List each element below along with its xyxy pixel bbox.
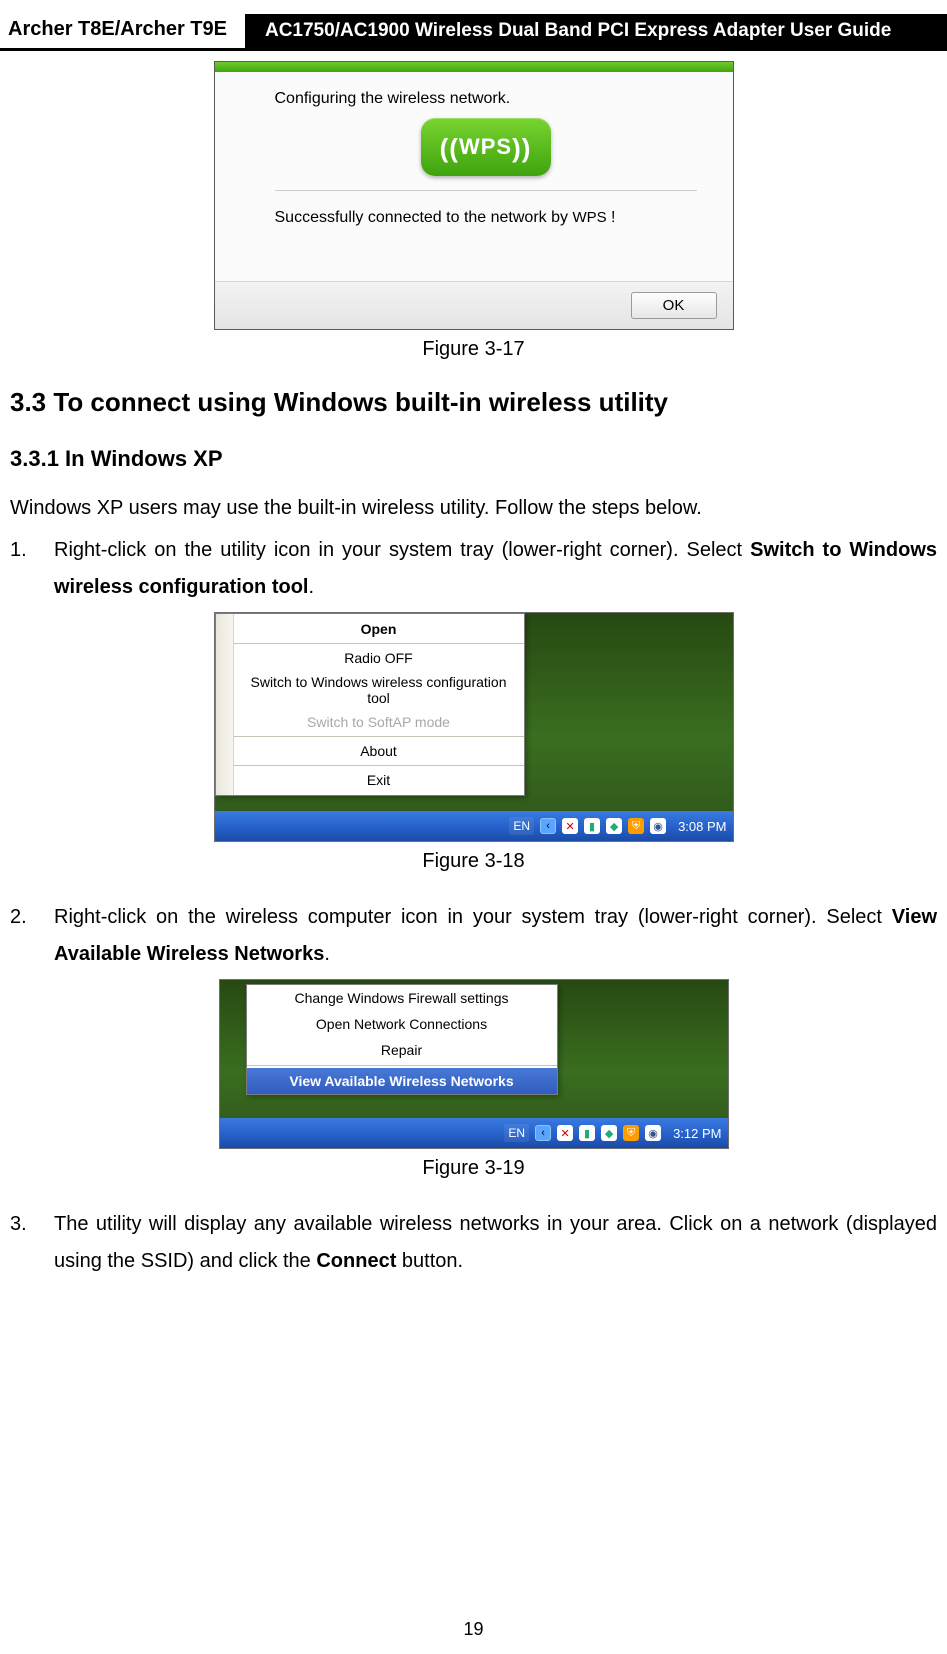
divider <box>275 190 697 191</box>
intro-paragraph: Windows XP users may use the built-in wi… <box>10 490 937 526</box>
menu-item-radio-off[interactable]: Radio OFF <box>234 646 524 670</box>
menu-item-open-network[interactable]: Open Network Connections <box>247 1011 557 1037</box>
safely-remove-icon[interactable]: ◉ <box>650 818 666 834</box>
taskbar-clock[interactable]: 3:12 PM <box>673 1126 721 1141</box>
figure-3-17-caption: Figure 3-17 <box>10 338 937 361</box>
tp-link-utility-icon[interactable]: ◆ <box>606 818 622 834</box>
taskbar-clock[interactable]: 3:08 PM <box>678 819 726 834</box>
menu-item-softap: Switch to SoftAP mode <box>234 710 524 734</box>
signal-bars-icon[interactable]: ▮ <box>584 818 600 834</box>
step-1-text-a: Right-click on the utility icon in your … <box>54 539 750 561</box>
wps-badge: ((WPS)) <box>421 118 551 176</box>
wps-dialog-header-bar <box>215 62 733 72</box>
step-1-text-b: . <box>308 576 314 598</box>
header-product: Archer T8E/Archer T9E <box>0 14 245 48</box>
menu-item-about[interactable]: About <box>234 739 524 763</box>
menu-item-repair[interactable]: Repair <box>247 1037 557 1063</box>
section-3-3-1-heading: 3.3.1 In Windows XP <box>10 446 937 472</box>
tray-collapse-icon[interactable]: ‹ <box>540 818 556 834</box>
tray-collapse-icon[interactable]: ‹ <box>535 1125 551 1141</box>
wps-success-tail: ! <box>607 209 616 226</box>
tp-link-utility-icon[interactable]: ◆ <box>601 1125 617 1141</box>
step-1: 1. Right-click on the utility icon in yo… <box>10 532 937 606</box>
signal-bars-icon[interactable]: ▮ <box>579 1125 595 1141</box>
menu-item-open[interactable]: Open <box>234 617 524 641</box>
step-2-text-b: . <box>324 943 330 965</box>
menu-item-firewall[interactable]: Change Windows Firewall settings <box>247 985 557 1011</box>
wifi-disconnected-icon[interactable]: ✕ <box>562 818 578 834</box>
wps-status-text: Configuring the wireless network. <box>275 90 697 108</box>
doc-header: Archer T8E/Archer T9E AC1750/AC1900 Wire… <box>0 14 947 51</box>
menu-separator <box>234 736 524 737</box>
wps-waves-left-icon: (( <box>440 119 459 177</box>
step-3-text-b: button. <box>396 1250 463 1272</box>
menu-item-exit[interactable]: Exit <box>234 768 524 792</box>
step-2-number: 2. <box>10 899 27 936</box>
page-number: 19 <box>0 1619 947 1640</box>
section-3-3-heading: 3.3 To connect using Windows built-in wi… <box>10 387 937 418</box>
taskbar: EN ‹ ✕ ▮ ◆ ⛨ ◉ 3:08 PM <box>215 811 733 841</box>
wps-waves-right-icon: )) <box>512 119 531 177</box>
step-2: 2. Right-click on the wireless computer … <box>10 899 937 973</box>
wps-success-prefix: Successfully connected to the network by <box>275 209 573 226</box>
wifi-disconnected-icon[interactable]: ✕ <box>557 1125 573 1141</box>
step-3-text-a: The utility will display any available w… <box>54 1213 937 1272</box>
security-shield-icon[interactable]: ⛨ <box>628 818 644 834</box>
menu-item-view-networks[interactable]: View Available Wireless Networks <box>247 1068 557 1094</box>
network-context-menu: Change Windows Firewall settings Open Ne… <box>246 984 558 1095</box>
safely-remove-icon[interactable]: ◉ <box>645 1125 661 1141</box>
step-2-text-a: Right-click on the wireless computer ico… <box>54 906 892 928</box>
menu-separator <box>247 1065 557 1066</box>
figure-3-19-caption: Figure 3-19 <box>10 1157 937 1180</box>
language-indicator[interactable]: EN <box>504 1124 529 1142</box>
step-3: 3. The utility will display any availabl… <box>10 1206 937 1280</box>
wps-dialog: Configuring the wireless network. ((WPS)… <box>214 61 734 330</box>
wps-success-text: Successfully connected to the network by… <box>275 209 697 267</box>
figure-3-19: Change Windows Firewall settings Open Ne… <box>10 979 937 1180</box>
menu-gutter <box>216 614 234 795</box>
menu-separator <box>234 643 524 644</box>
step-1-number: 1. <box>10 532 27 569</box>
wps-badge-text: WPS <box>459 134 512 159</box>
tray-context-menu: Open Radio OFF Switch to Windows wireles… <box>215 613 525 796</box>
header-title: AC1750/AC1900 Wireless Dual Band PCI Exp… <box>245 14 947 48</box>
wps-button-row: OK <box>215 281 733 329</box>
step-3-number: 3. <box>10 1206 27 1243</box>
security-shield-icon[interactable]: ⛨ <box>623 1125 639 1141</box>
ok-button[interactable]: OK <box>631 292 717 319</box>
figure-3-17: Configuring the wireless network. ((WPS)… <box>10 61 937 361</box>
menu-item-switch-tool[interactable]: Switch to Windows wireless configuration… <box>234 670 524 710</box>
figure-3-18: Open Radio OFF Switch to Windows wireles… <box>10 612 937 873</box>
step-3-bold: Connect <box>316 1250 396 1272</box>
language-indicator[interactable]: EN <box>509 817 534 835</box>
menu-separator <box>234 765 524 766</box>
figure-3-18-caption: Figure 3-18 <box>10 850 937 873</box>
taskbar: EN ‹ ✕ ▮ ◆ ⛨ ◉ 3:12 PM <box>220 1118 728 1148</box>
wps-success-abbr: WPS <box>572 209 606 226</box>
